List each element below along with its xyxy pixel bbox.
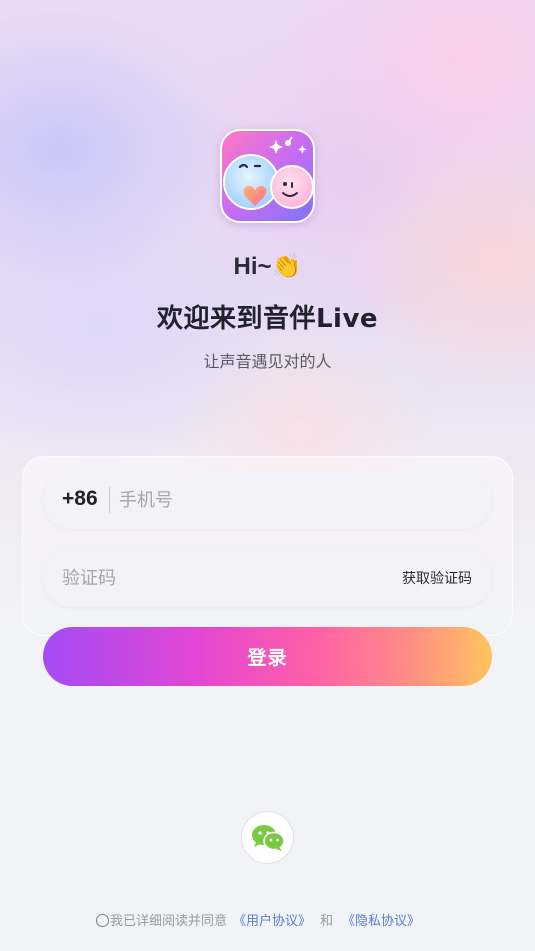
wechat-icon	[252, 825, 285, 851]
get-code-button[interactable]: 获取验证码	[402, 568, 472, 588]
tagline-text: 让声音遇见对的人	[203, 352, 332, 371]
privacy-policy-link[interactable]: 《隐私协议》	[342, 914, 420, 929]
login-button[interactable]: 登录	[43, 627, 492, 686]
welcome-title: 欢迎来到音伴Live	[156, 304, 379, 334]
greeting-text: Hi~👏	[233, 253, 302, 280]
agreement-and: 和	[320, 914, 334, 929]
verification-code-field: 获取验证码	[43, 549, 492, 607]
phone-number-input[interactable]	[119, 484, 459, 516]
agreement-row: 我已详细阅读并同意 《用户协议》和《隐私协议》	[96, 911, 420, 933]
wechat-login-button[interactable]	[241, 811, 294, 864]
user-agreement-link[interactable]: 《用户协议》	[233, 914, 311, 929]
phone-field: +86	[43, 471, 492, 529]
country-code-selector[interactable]: +86	[62, 487, 98, 511]
agreement-prefix: 我已详细阅读并同意	[110, 914, 228, 929]
agreement-checkbox[interactable]	[96, 914, 109, 927]
verification-code-input[interactable]	[62, 562, 382, 594]
field-divider	[109, 487, 110, 513]
app-logo-icon	[220, 129, 315, 223]
